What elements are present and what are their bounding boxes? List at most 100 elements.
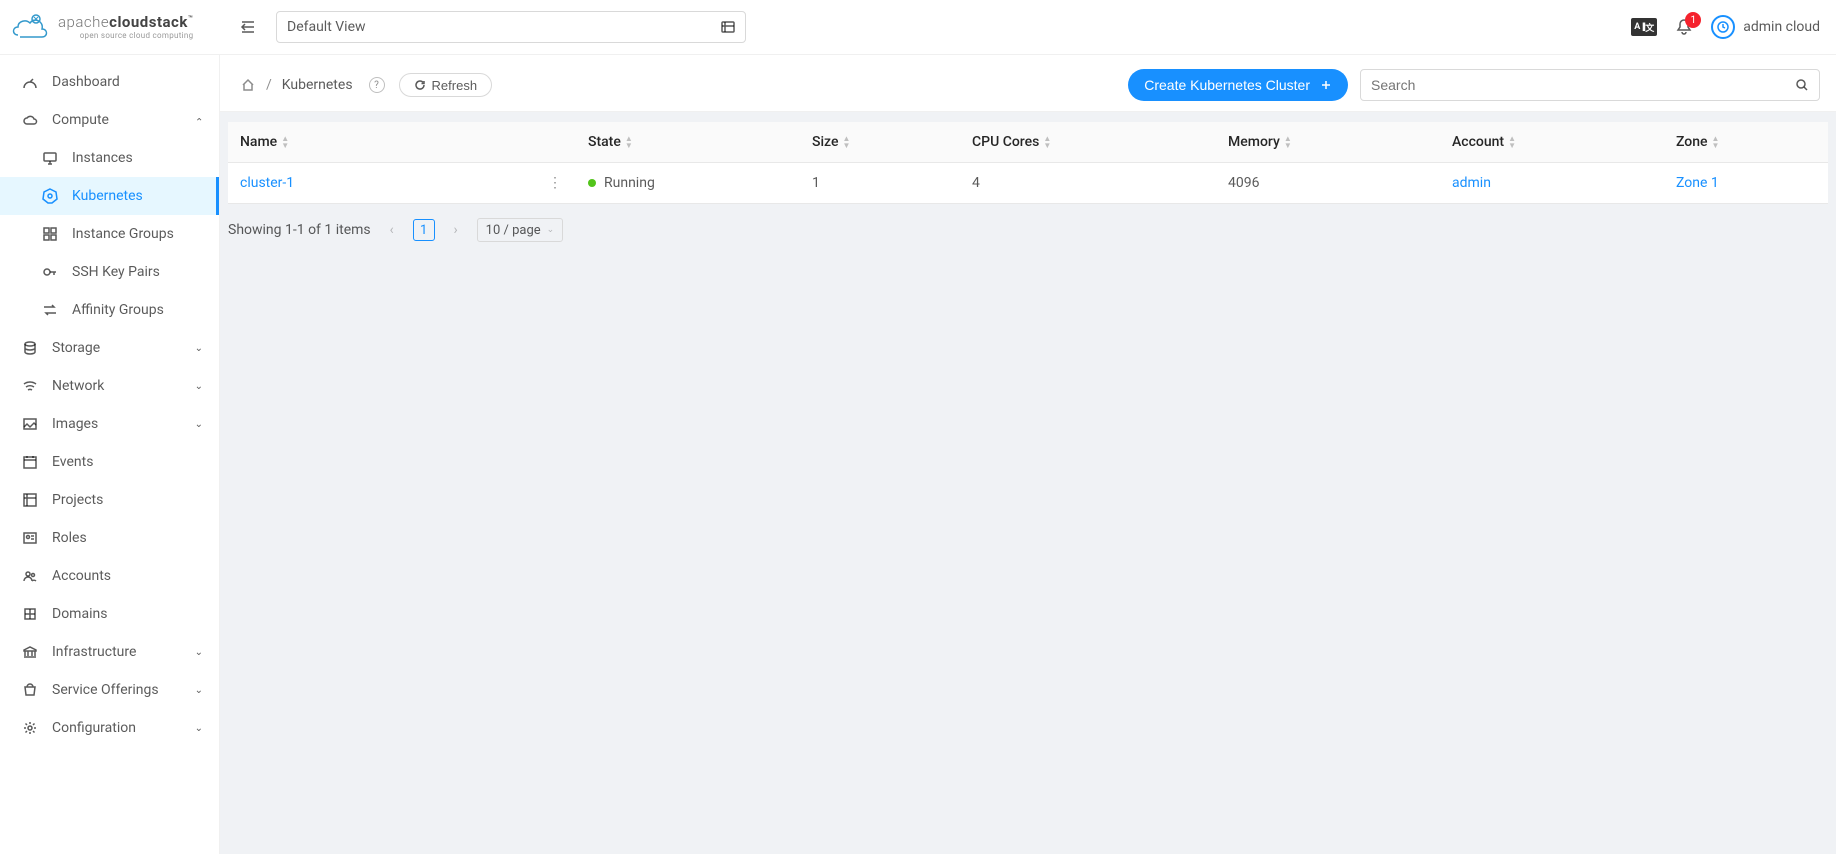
main-content: / Kubernetes ? Refresh Create Kubernetes… — [220, 55, 1836, 854]
sidebar-item-network[interactable]: Network ⌄ — [0, 367, 219, 405]
chevron-down-icon: ⌄ — [195, 723, 203, 734]
chevron-down-icon: ⌄ — [195, 419, 203, 430]
sidebar-item-projects[interactable]: Projects — [0, 481, 219, 519]
sidebar-item-compute[interactable]: Compute ⌄ — [0, 101, 219, 139]
idcard-icon — [22, 530, 38, 546]
logo-text-light: apache — [58, 13, 109, 31]
chevron-down-icon: ⌄ — [195, 685, 203, 696]
chevron-down-icon: ⌄ — [195, 115, 203, 126]
cluster-cpu: 4 — [964, 163, 1220, 204]
plus-icon — [1320, 79, 1332, 91]
prev-page-button[interactable]: ‹ — [381, 219, 403, 241]
col-size[interactable]: Size▲▼ — [804, 122, 964, 163]
desktop-icon — [42, 150, 58, 166]
user-name: admin cloud — [1743, 19, 1820, 35]
wifi-icon — [22, 378, 38, 394]
chevron-down-icon: ⌄ — [195, 343, 203, 354]
col-cpu[interactable]: CPU Cores▲▼ — [964, 122, 1220, 163]
status-dot-icon — [588, 179, 596, 187]
team-icon — [22, 568, 38, 584]
page-size-selector[interactable]: 10 / page ⌄ — [477, 218, 564, 242]
cloud-icon — [22, 112, 38, 128]
logo[interactable]: apachecloudstack™ open source cloud comp… — [0, 9, 220, 45]
sidebar-item-affinity-groups[interactable]: Affinity Groups — [0, 291, 219, 329]
sidebar-item-roles[interactable]: Roles — [0, 519, 219, 557]
next-page-button[interactable]: › — [445, 219, 467, 241]
sort-icon: ▲▼ — [1712, 135, 1720, 149]
notification-count: 1 — [1685, 12, 1701, 28]
sidebar-item-domains[interactable]: Domains — [0, 595, 219, 633]
setting-icon — [22, 720, 38, 736]
col-name[interactable]: Name▲▼ — [228, 122, 580, 163]
home-icon — [240, 77, 256, 93]
sort-icon: ▲▼ — [281, 135, 289, 149]
search-icon — [1795, 78, 1809, 92]
breadcrumb-home[interactable] — [240, 77, 256, 93]
app-header: apachecloudstack™ open source cloud comp… — [0, 0, 1836, 55]
create-cluster-button[interactable]: Create Kubernetes Cluster — [1128, 69, 1348, 101]
sidebar-item-instance-groups[interactable]: Instance Groups — [0, 215, 219, 253]
project-icon — [22, 492, 38, 508]
account-link[interactable]: admin — [1452, 175, 1491, 191]
page-number[interactable]: 1 — [413, 219, 435, 241]
group-icon — [42, 226, 58, 242]
col-state[interactable]: State▲▼ — [580, 122, 804, 163]
help-icon[interactable]: ? — [369, 77, 385, 93]
cloudstack-logo-icon — [10, 9, 50, 45]
user-avatar-icon — [1711, 15, 1735, 39]
search-box[interactable] — [1360, 69, 1820, 101]
sidebar-item-configuration[interactable]: Configuration ⌄ — [0, 709, 219, 747]
cluster-state: Running — [604, 175, 655, 191]
cluster-memory: 4096 — [1220, 163, 1444, 204]
bank-icon — [22, 644, 38, 660]
notifications-button[interactable]: 1 — [1675, 18, 1693, 36]
chevron-down-icon: ⌄ — [195, 381, 203, 392]
sidebar-collapse-button[interactable] — [230, 9, 266, 45]
sidebar-item-events[interactable]: Events — [0, 443, 219, 481]
pagination-summary: Showing 1-1 of 1 items — [228, 222, 371, 238]
refresh-button[interactable]: Refresh — [399, 73, 493, 97]
breadcrumb: / Kubernetes ? — [240, 77, 385, 93]
sidebar-item-ssh-key-pairs[interactable]: SSH Key Pairs — [0, 253, 219, 291]
cluster-size: 1 — [804, 163, 964, 204]
view-selector[interactable]: Default View — [276, 11, 746, 43]
sort-icon: ▲▼ — [1284, 135, 1292, 149]
col-account[interactable]: Account▲▼ — [1444, 122, 1668, 163]
sidebar-item-instances[interactable]: Instances — [0, 139, 219, 177]
menu-fold-icon — [239, 18, 257, 36]
view-selector-label: Default View — [287, 19, 366, 35]
sidebar-item-service-offerings[interactable]: Service Offerings ⌄ — [0, 671, 219, 709]
shopping-icon — [22, 682, 38, 698]
row-actions-button[interactable]: ⋮ — [538, 175, 572, 191]
search-input[interactable] — [1371, 77, 1795, 93]
project-icon — [721, 20, 735, 34]
sort-icon: ▲▼ — [625, 135, 633, 149]
user-menu[interactable]: admin cloud — [1711, 15, 1820, 39]
col-memory[interactable]: Memory▲▼ — [1220, 122, 1444, 163]
language-switcher[interactable]: A▐文 — [1631, 18, 1657, 36]
chevron-down-icon: ⌄ — [195, 647, 203, 658]
logo-text-bold: cloudstack — [109, 13, 188, 31]
database-icon — [22, 340, 38, 356]
sidebar-item-accounts[interactable]: Accounts — [0, 557, 219, 595]
kubernetes-icon — [42, 188, 58, 204]
dashboard-icon — [22, 74, 38, 90]
picture-icon — [22, 416, 38, 432]
sort-icon: ▲▼ — [1508, 135, 1516, 149]
sidebar: Dashboard Compute ⌄ Instances Kubernetes… — [0, 55, 220, 854]
zone-link[interactable]: Zone 1 — [1676, 175, 1719, 191]
logo-subtitle: open source cloud computing — [58, 32, 193, 40]
col-zone[interactable]: Zone▲▼ — [1668, 122, 1828, 163]
key-icon — [42, 264, 58, 280]
swap-icon — [42, 302, 58, 318]
breadcrumb-current: Kubernetes — [282, 77, 353, 93]
sidebar-item-infrastructure[interactable]: Infrastructure ⌄ — [0, 633, 219, 671]
sidebar-item-dashboard[interactable]: Dashboard — [0, 63, 219, 101]
sort-icon: ▲▼ — [842, 135, 850, 149]
sidebar-item-kubernetes[interactable]: Kubernetes — [0, 177, 219, 215]
table-row: cluster-1 ⋮ Running 1 4 4096 admin Zone … — [228, 163, 1828, 204]
sidebar-item-images[interactable]: Images ⌄ — [0, 405, 219, 443]
sidebar-item-storage[interactable]: Storage ⌄ — [0, 329, 219, 367]
clusters-table: Name▲▼ State▲▼ Size▲▼ CPU Cores▲▼ Memory… — [228, 122, 1828, 204]
cluster-name-link[interactable]: cluster-1 — [240, 175, 294, 191]
